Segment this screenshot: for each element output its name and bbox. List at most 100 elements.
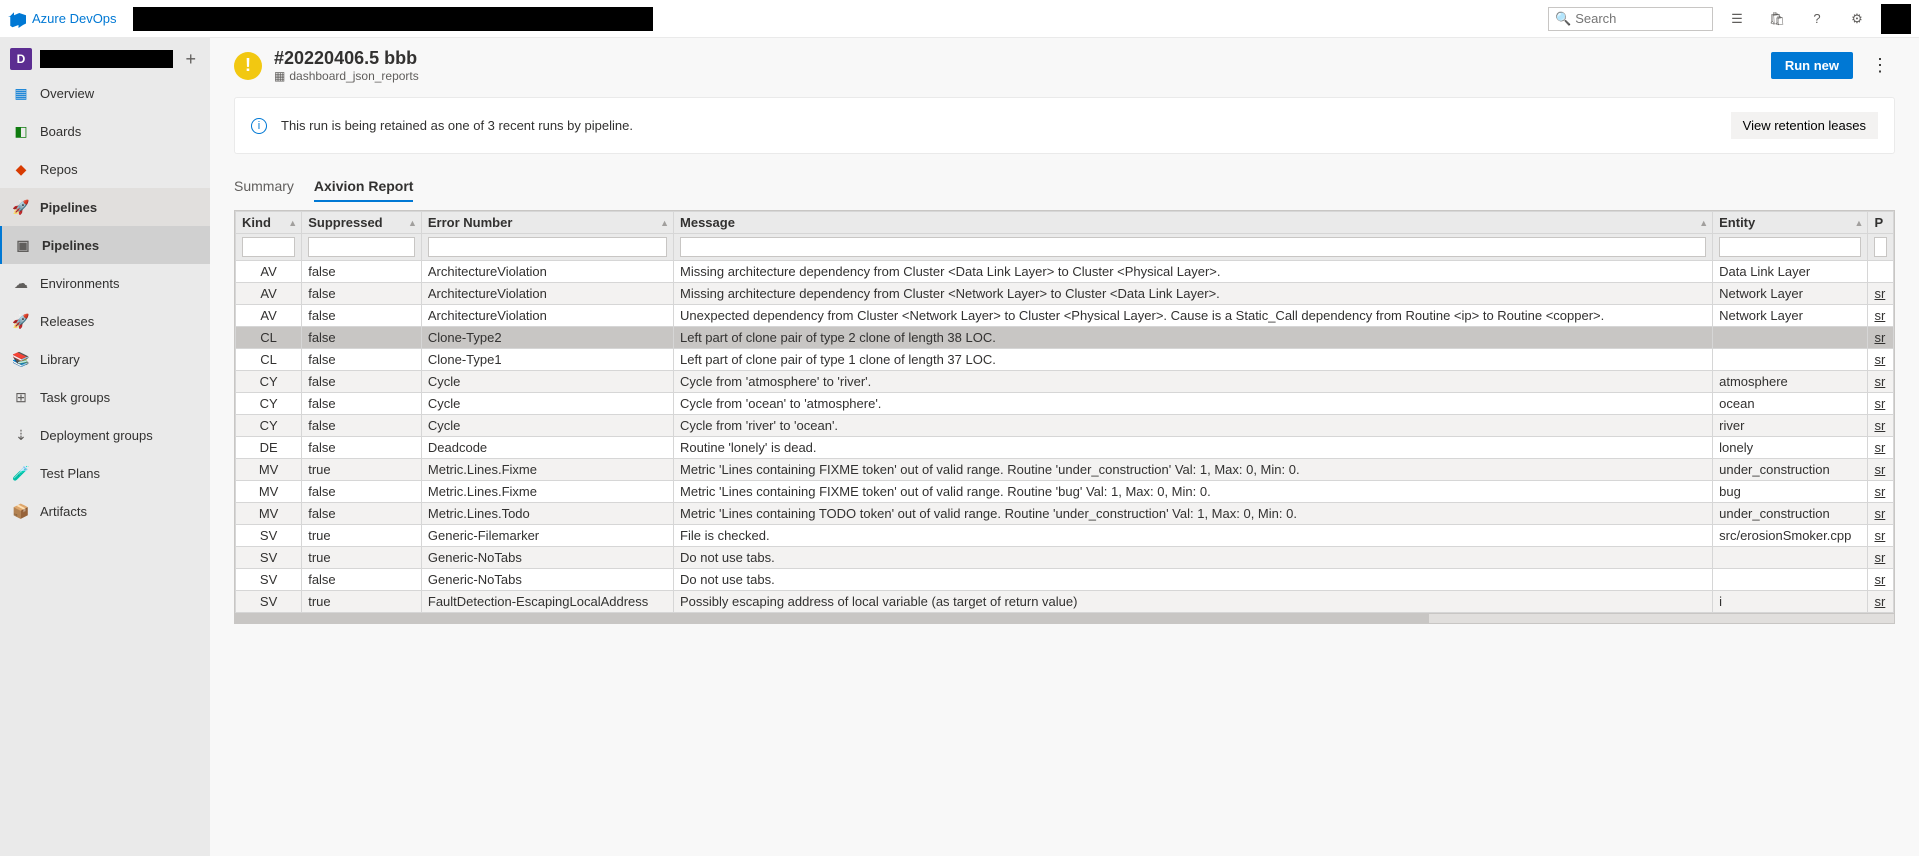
table-row[interactable]: CYfalseCycleCycle from 'ocean' to 'atmos…	[236, 393, 1894, 415]
view-retention-button[interactable]: View retention leases	[1731, 112, 1878, 139]
table-row[interactable]: MVfalseMetric.Lines.FixmeMetric 'Lines c…	[236, 481, 1894, 503]
more-actions-button[interactable]: ⋮	[1865, 55, 1895, 76]
tabs: Summary Axivion Report	[234, 172, 1895, 202]
table-cell: ArchitectureViolation	[421, 283, 673, 305]
run-header: ! #20220406.5 bbb ▦ dashboard_json_repor…	[234, 48, 1895, 83]
tab-summary[interactable]: Summary	[234, 172, 294, 202]
help-icon[interactable]: ?	[1801, 3, 1833, 35]
add-icon[interactable]: +	[181, 49, 200, 70]
breadcrumb-redacted	[133, 7, 653, 31]
nav-boards[interactable]: ◧ Boards	[0, 112, 210, 150]
table-row[interactable]: SVfalseGeneric-NoTabsDo not use tabs.sr	[236, 569, 1894, 591]
nav-artifacts[interactable]: 📦 Artifacts	[0, 492, 210, 530]
nav-repos[interactable]: ◆ Repos	[0, 150, 210, 188]
table-cell: under_construction	[1713, 503, 1868, 525]
filter-p[interactable]	[1874, 237, 1887, 257]
filter-entity[interactable]	[1719, 237, 1861, 257]
filter-error-number[interactable]	[428, 237, 667, 257]
pipeline-icon: ▦	[274, 69, 285, 83]
filter-kind[interactable]	[242, 237, 295, 257]
marketplace-icon[interactable]: 🛍	[1761, 3, 1793, 35]
table-cell: atmosphere	[1713, 371, 1868, 393]
table-cell: Cycle from 'ocean' to 'atmosphere'.	[674, 393, 1713, 415]
table-row[interactable]: CYfalseCycleCycle from 'atmosphere' to '…	[236, 371, 1894, 393]
deployment-groups-icon: ⇣	[12, 426, 30, 444]
table-row[interactable]: MVtrueMetric.Lines.FixmeMetric 'Lines co…	[236, 459, 1894, 481]
project-selector[interactable]: D +	[0, 44, 210, 74]
azure-devops-icon	[8, 10, 26, 28]
table-cell: Cycle from 'atmosphere' to 'river'.	[674, 371, 1713, 393]
horizontal-scrollbar[interactable]	[235, 613, 1894, 623]
table-cell: sr	[1868, 415, 1894, 437]
table-cell: Missing architecture dependency from Clu…	[674, 261, 1713, 283]
overview-icon: ▦	[12, 84, 30, 102]
pipeline-name[interactable]: ▦ dashboard_json_reports	[274, 69, 419, 83]
table-cell: sr	[1868, 327, 1894, 349]
table-row[interactable]: AVfalseArchitectureViolationMissing arch…	[236, 261, 1894, 283]
table-cell: Deadcode	[421, 437, 673, 459]
table-row[interactable]: AVfalseArchitectureViolationUnexpected d…	[236, 305, 1894, 327]
info-icon: i	[251, 118, 267, 134]
run-new-button[interactable]: Run new	[1771, 52, 1853, 79]
main-content: ! #20220406.5 bbb ▦ dashboard_json_repor…	[210, 38, 1919, 856]
table-cell	[1868, 261, 1894, 283]
col-entity[interactable]: Entity▲	[1713, 212, 1868, 234]
tab-axivion-report[interactable]: Axivion Report	[314, 172, 414, 202]
report-table: Kind▲ Suppressed▲ Error Number▲ Message▲…	[234, 210, 1895, 624]
search-input[interactable]: 🔍	[1548, 7, 1713, 31]
table-row[interactable]: SVtrueFaultDetection-EscapingLocalAddres…	[236, 591, 1894, 613]
filter-message[interactable]	[680, 237, 1706, 257]
col-p[interactable]: P	[1868, 212, 1894, 234]
product-home-link[interactable]: Azure DevOps	[8, 10, 117, 28]
table-cell: true	[302, 591, 422, 613]
table-cell: FaultDetection-EscapingLocalAddress	[421, 591, 673, 613]
run-title: #20220406.5 bbb	[274, 48, 419, 69]
filter-suppressed[interactable]	[308, 237, 415, 257]
list-icon[interactable]: ☰	[1721, 3, 1753, 35]
table-cell: DE	[236, 437, 302, 459]
table-row[interactable]: AVfalseArchitectureViolationMissing arch…	[236, 283, 1894, 305]
table-cell: bug	[1713, 481, 1868, 503]
nav-test-plans[interactable]: 🧪 Test Plans	[0, 454, 210, 492]
table-cell: Possibly escaping address of local varia…	[674, 591, 1713, 613]
nav-task-groups[interactable]: ⊞ Task groups	[0, 378, 210, 416]
col-kind[interactable]: Kind▲	[236, 212, 302, 234]
nav-releases[interactable]: 🚀 Releases	[0, 302, 210, 340]
library-icon: 📚	[12, 350, 30, 368]
table-cell: Left part of clone pair of type 1 clone …	[674, 349, 1713, 371]
nav-environments[interactable]: ☁ Environments	[0, 264, 210, 302]
task-groups-icon: ⊞	[12, 388, 30, 406]
table-row[interactable]: SVtrueGeneric-FilemarkerFile is checked.…	[236, 525, 1894, 547]
table-cell: false	[302, 371, 422, 393]
nav-library[interactable]: 📚 Library	[0, 340, 210, 378]
table-cell: sr	[1868, 283, 1894, 305]
nav-pipelines[interactable]: 🚀 Pipelines	[0, 188, 210, 226]
nav-pipelines-sub[interactable]: ▣ Pipelines	[0, 226, 210, 264]
pipeline-icon: ▣	[14, 236, 32, 254]
table-cell: i	[1713, 591, 1868, 613]
table-row[interactable]: MVfalseMetric.Lines.TodoMetric 'Lines co…	[236, 503, 1894, 525]
table-cell: SV	[236, 591, 302, 613]
table-row[interactable]: CLfalseClone-Type1Left part of clone pai…	[236, 349, 1894, 371]
avatar[interactable]	[1881, 4, 1911, 34]
table-cell: AV	[236, 283, 302, 305]
table-row[interactable]: DEfalseDeadcodeRoutine 'lonely' is dead.…	[236, 437, 1894, 459]
table-cell: ArchitectureViolation	[421, 305, 673, 327]
col-message[interactable]: Message▲	[674, 212, 1713, 234]
table-cell: false	[302, 305, 422, 327]
scrollbar-thumb[interactable]	[235, 614, 1429, 623]
table-row[interactable]: CYfalseCycleCycle from 'river' to 'ocean…	[236, 415, 1894, 437]
user-settings-icon[interactable]: ⚙	[1841, 3, 1873, 35]
nav-deployment-groups[interactable]: ⇣ Deployment groups	[0, 416, 210, 454]
col-error-number[interactable]: Error Number▲	[421, 212, 673, 234]
table-cell: sr	[1868, 569, 1894, 591]
table-cell: AV	[236, 305, 302, 327]
col-suppressed[interactable]: Suppressed▲	[302, 212, 422, 234]
nav-label: Test Plans	[40, 466, 100, 481]
nav-overview[interactable]: ▦ Overview	[0, 74, 210, 112]
table-row[interactable]: CLfalseClone-Type2Left part of clone pai…	[236, 327, 1894, 349]
table-cell: CY	[236, 393, 302, 415]
table-cell: Unexpected dependency from Cluster <Netw…	[674, 305, 1713, 327]
table-cell: Data Link Layer	[1713, 261, 1868, 283]
table-row[interactable]: SVtrueGeneric-NoTabsDo not use tabs.sr	[236, 547, 1894, 569]
